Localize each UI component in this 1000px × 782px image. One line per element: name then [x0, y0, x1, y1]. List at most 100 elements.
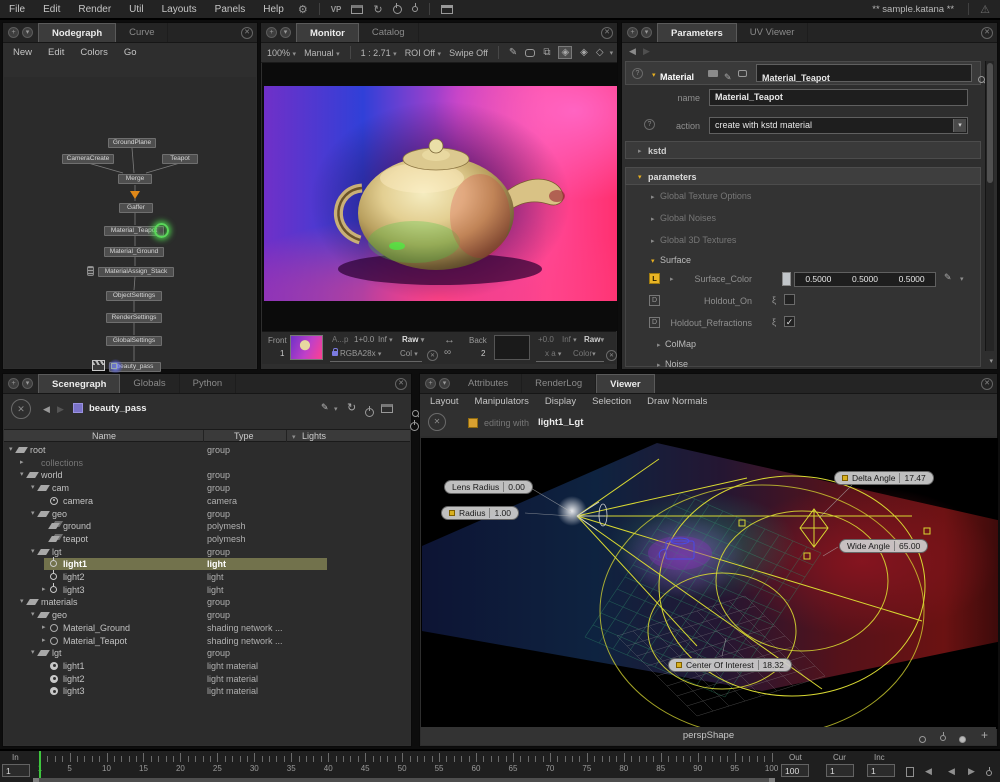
pen-icon[interactable]: ✎ — [321, 402, 329, 413]
hud-value[interactable]: 1.00 — [494, 508, 511, 518]
expander-open-icon[interactable]: ▾ — [31, 610, 35, 618]
back-channels-dropdown[interactable]: x a ▾ — [545, 349, 561, 358]
expander-icon[interactable]: ▸ — [651, 215, 655, 223]
front-exposure[interactable]: 1+0.0 — [354, 335, 374, 344]
color-r-value[interactable]: 0.5000 — [805, 274, 831, 285]
range-start-handle[interactable] — [33, 778, 39, 782]
name-field[interactable]: Material_Teapot — [709, 89, 968, 106]
tree-row-teapot-7[interactable]: teapotpolymesh — [4, 533, 410, 546]
frame-label-35[interactable]: 35 — [287, 764, 296, 773]
render-queue-icon[interactable] — [441, 5, 453, 14]
tab-menu-button[interactable]: ▾ — [22, 378, 33, 389]
pixel-probe-icon[interactable]: ◇ — [596, 47, 604, 58]
expander-icon[interactable]: ▸ — [651, 237, 655, 245]
help-icon[interactable]: ? — [632, 68, 643, 79]
compare-icon[interactable]: ◈ — [580, 47, 588, 58]
expander-closed-icon[interactable]: ▸ — [42, 636, 46, 644]
step-forward-icon[interactable]: ▶ — [968, 766, 975, 777]
vp-toggle[interactable]: VP — [331, 5, 342, 14]
back-colorspace-dropdown[interactable]: Color▾ — [573, 349, 596, 358]
menu-edit[interactable]: Edit — [34, 1, 69, 18]
node-merge[interactable]: Merge — [118, 174, 152, 184]
node-name-field[interactable]: Material_Teapot — [756, 64, 972, 82]
frame-label-100[interactable]: 100 — [765, 764, 778, 773]
layers-icon[interactable]: ⧉ — [543, 47, 550, 58]
tree-row-ground-6[interactable]: groundpolymesh — [4, 520, 410, 533]
group-colmap[interactable]: ColMap — [665, 339, 696, 349]
local-state-badge[interactable]: L — [649, 273, 660, 284]
hud-value[interactable]: 0.00 — [508, 482, 525, 492]
holdout-on-checkbox[interactable] — [784, 294, 795, 305]
tab-menu-button[interactable]: ▾ — [22, 27, 33, 38]
nodegraph-menu-colors[interactable]: Colors — [80, 47, 107, 58]
tab-viewer[interactable]: Viewer — [596, 374, 654, 393]
history-forward-icon[interactable]: ▶ — [643, 46, 650, 57]
expander-open-icon[interactable]: ▾ — [20, 597, 24, 605]
expander-open-icon[interactable]: ▾ — [20, 470, 24, 478]
menu-file[interactable]: File — [0, 1, 34, 18]
add-tab-button[interactable]: + — [266, 27, 277, 38]
frame-label-95[interactable]: 95 — [730, 764, 739, 773]
frame-label-15[interactable]: 15 — [139, 764, 148, 773]
tab-menu-button[interactable]: ▾ — [439, 378, 450, 389]
tree-row-materials-12[interactable]: ▾materialsgroup — [4, 596, 410, 609]
front-clear-icon[interactable]: ✕ — [427, 350, 438, 361]
expander-icon[interactable]: ▸ — [657, 341, 661, 349]
node-teapot[interactable]: Teapot — [162, 154, 198, 164]
close-icon[interactable]: ✕ — [395, 378, 407, 390]
column-type[interactable]: Type — [234, 431, 254, 441]
hud-value[interactable]: 65.00 — [899, 541, 920, 551]
tree-row-material-teapot-15[interactable]: ▸Material_Teapotshading network ... — [4, 635, 410, 648]
close-icon[interactable]: ✕ — [981, 378, 993, 390]
viewer-menu-draw-normals[interactable]: Draw Normals — [647, 396, 707, 407]
link-views-icon[interactable]: ∞ — [444, 347, 451, 358]
tree-row-lgt-16[interactable]: ▾lgtgroup — [4, 647, 410, 660]
holdout-refractions-checkbox[interactable]: ✓ — [784, 316, 795, 327]
frame-label-75[interactable]: 75 — [582, 764, 591, 773]
inc-field[interactable]: 1 — [867, 764, 895, 777]
tab-monitor[interactable]: Monitor — [296, 23, 359, 42]
tree-row-camera-4[interactable]: cameracamera — [4, 495, 410, 508]
render-slate-icon[interactable] — [381, 404, 393, 413]
frame-label-80[interactable]: 80 — [619, 764, 628, 773]
tree-row-root-0[interactable]: ▾rootgroup — [4, 444, 410, 457]
nodegraph-menu-new[interactable]: New — [13, 47, 32, 58]
scroll-down-icon[interactable]: ▾ — [989, 357, 993, 365]
column-lights[interactable]: Lights — [302, 431, 326, 441]
channel-display-icon[interactable]: ◈ — [558, 46, 572, 59]
frame-label-65[interactable]: 65 — [509, 764, 518, 773]
wrench-icon[interactable]: ✎ — [724, 66, 732, 88]
close-icon[interactable]: ✕ — [601, 27, 613, 39]
lights-filter-icon[interactable]: ▾ — [292, 433, 296, 441]
color-b-value[interactable]: 0.5000 — [899, 274, 925, 285]
hud-wide-angle[interactable]: Wide Angle65.00 — [839, 539, 928, 553]
power-icon[interactable] — [410, 422, 419, 431]
front-channels-dropdown[interactable]: RGBA28x ▾ — [332, 349, 381, 358]
column-name[interactable]: Name — [92, 431, 116, 441]
out-field[interactable]: 100 — [781, 764, 809, 777]
front-colorspace-dropdown[interactable]: Col ▾ — [400, 349, 418, 358]
frame-label-20[interactable]: 20 — [176, 764, 185, 773]
comment-bubble-icon[interactable] — [525, 49, 535, 57]
frame-label-5[interactable]: 5 — [67, 764, 71, 773]
tree-row-light1-17[interactable]: light1light material — [4, 660, 410, 673]
node-materialassign-stack[interactable]: MaterialAssign_Stack — [98, 267, 174, 277]
expander-icon[interactable]: ▾ — [638, 170, 642, 186]
power-icon[interactable] — [393, 5, 402, 14]
frame-label-10[interactable]: 10 — [102, 764, 111, 773]
comment-bubble-icon[interactable] — [738, 70, 747, 77]
tree-row-light2-10[interactable]: light2light — [4, 571, 410, 584]
back-raw-dropdown[interactable]: Raw▾ — [584, 335, 604, 344]
frame-label-25[interactable]: 25 — [213, 764, 222, 773]
nodegraph-menu-go[interactable]: Go — [124, 47, 137, 58]
front-raw-dropdown[interactable]: Raw ▾ — [402, 335, 424, 344]
add-view-icon[interactable]: + — [981, 727, 988, 744]
pen-menu-icon[interactable]: ▾ — [334, 405, 338, 413]
history-back-icon[interactable]: ◀ — [43, 404, 50, 415]
material-node-header[interactable]: ? ▾ Material ✎ Material_Teapot — [625, 61, 981, 85]
tab-renderlog[interactable]: RenderLog — [522, 374, 596, 393]
group-surface[interactable]: Surface — [660, 255, 691, 265]
front-filter-dropdown[interactable]: Inf ▾ — [378, 335, 393, 344]
scrollbar-thumb[interactable] — [987, 63, 993, 183]
kstd-group[interactable]: ▸ kstd — [625, 141, 981, 159]
